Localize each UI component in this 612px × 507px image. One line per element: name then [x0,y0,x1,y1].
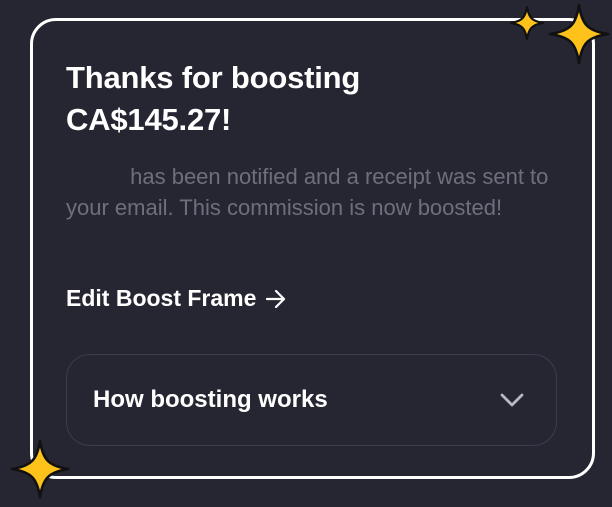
confirmation-title: Thanks for boosting CA$145.27! [66,57,486,141]
how-boosting-works-accordion[interactable]: How boosting works [66,354,557,446]
boost-confirmation-card: Thanks for boosting CA$145.27! has been … [30,18,595,479]
edit-boost-frame-link[interactable]: Edit Boost Frame [66,285,286,312]
confirmation-message-text: has been notified and a receipt was sent… [66,164,549,220]
title-line-1: Thanks for boosting [66,60,361,95]
sparkle-icon [509,5,545,41]
chevron-down-icon [500,393,524,407]
arrow-right-icon [266,289,286,308]
title-amount: CA$145.27! [66,102,232,137]
confirmation-message: has been notified and a receipt was sent… [66,161,566,223]
sparkle-icon [10,439,70,499]
edit-boost-frame-label: Edit Boost Frame [66,285,257,311]
page: Thanks for boosting CA$145.27! has been … [0,0,612,507]
sparkle-icon [548,3,610,65]
accordion-label: How boosting works [93,386,328,413]
